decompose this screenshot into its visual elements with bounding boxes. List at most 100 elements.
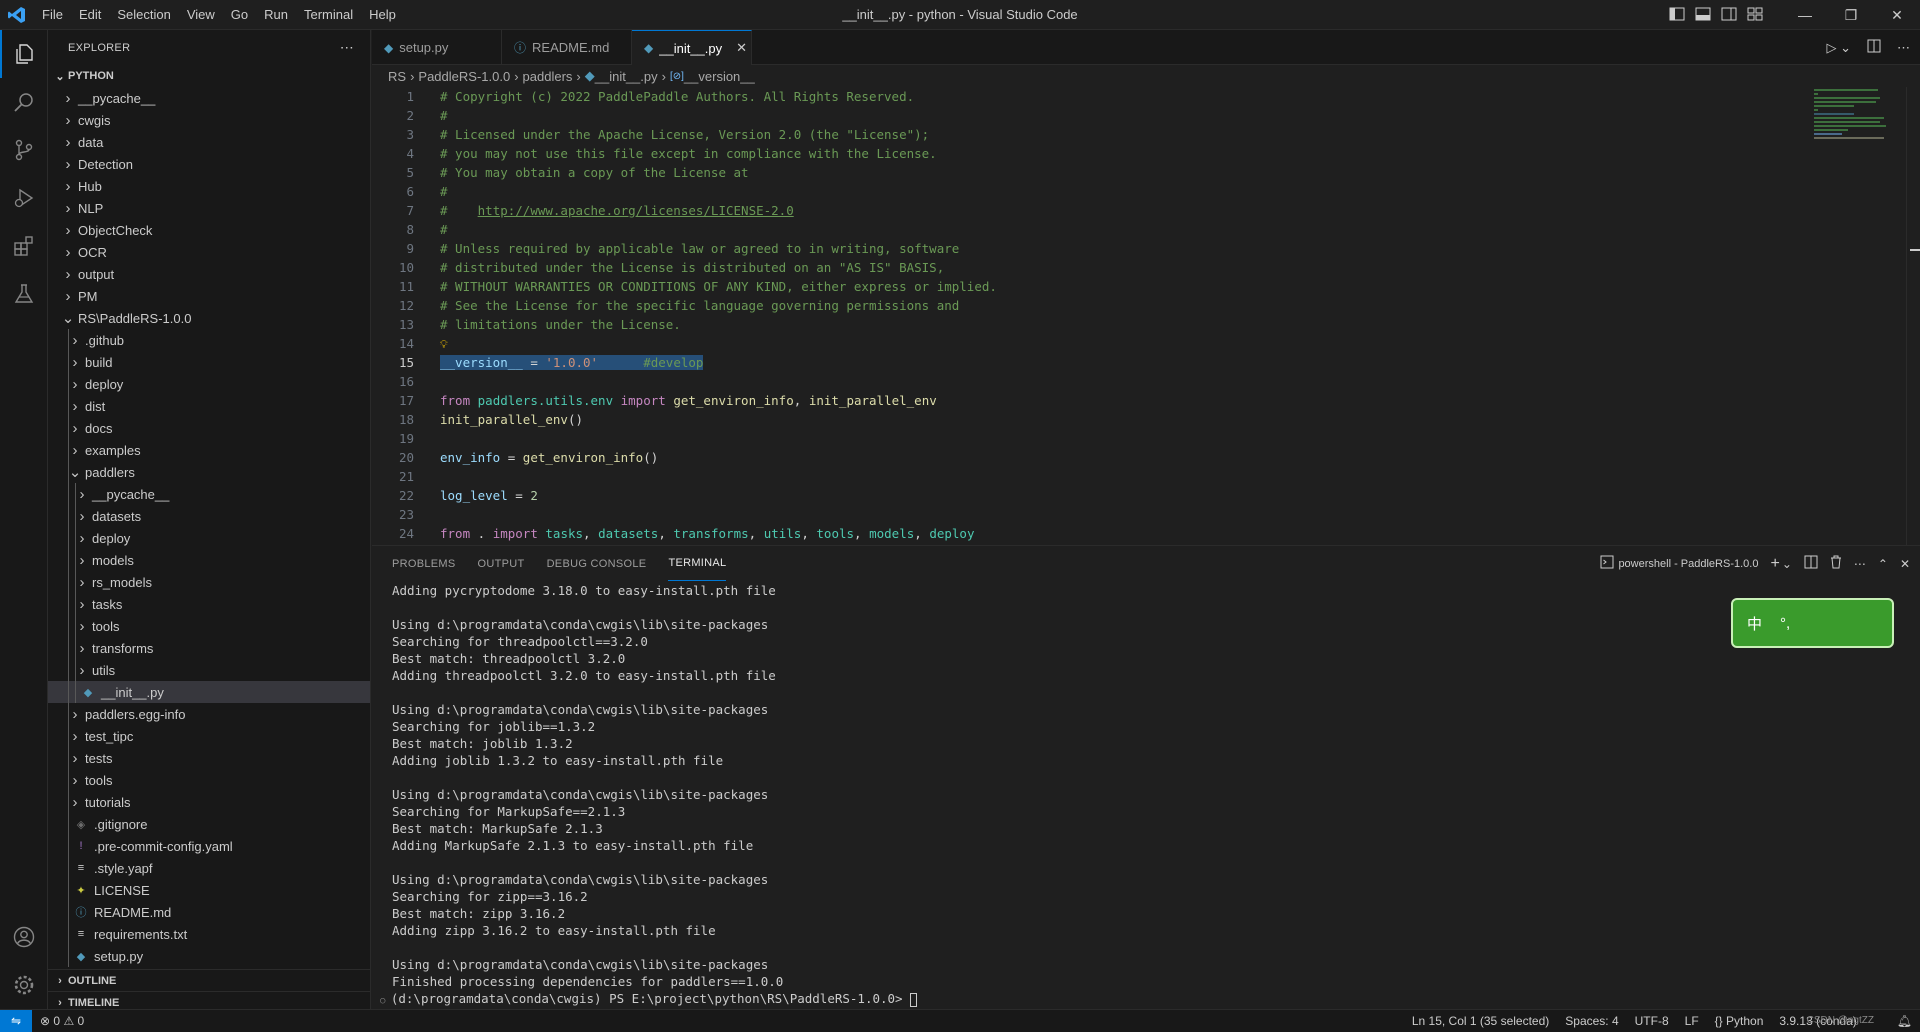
tree-folder[interactable]: ⌄ paddlers <box>48 461 370 483</box>
tree-file[interactable]: ≡ .style.yapf <box>48 857 370 879</box>
tree-folder[interactable]: › tools <box>48 769 370 791</box>
editor-scrollbar[interactable] <box>1906 87 1920 545</box>
tree-folder[interactable]: › NLP <box>48 197 370 219</box>
manage-gear-icon[interactable] <box>0 961 48 1009</box>
panel-tab-debug-console[interactable]: DEBUG CONSOLE <box>547 546 647 581</box>
tree-folder[interactable]: › docs <box>48 417 370 439</box>
lightbulb-icon[interactable]: 💡︎ <box>440 338 448 351</box>
more-actions-icon[interactable]: ⋯ <box>340 39 354 56</box>
tree-folder[interactable]: › dist <box>48 395 370 417</box>
menu-go[interactable]: Go <box>223 0 256 30</box>
menu-view[interactable]: View <box>179 0 223 30</box>
breadcrumb-item[interactable]: paddlers <box>523 69 573 84</box>
panel-tab-problems[interactable]: PROBLEMS <box>392 546 456 581</box>
accounts-icon[interactable] <box>0 913 48 961</box>
minimap[interactable] <box>1814 87 1894 147</box>
tree-folder[interactable]: › tools <box>48 615 370 637</box>
code-line[interactable]: 21 <box>372 467 1772 486</box>
split-terminal-icon[interactable] <box>1804 555 1818 572</box>
notifications-bell-icon[interactable]: 🔔︎ <box>1889 1014 1920 1028</box>
source-control-icon[interactable] <box>0 126 48 174</box>
tree-folder[interactable]: › output <box>48 263 370 285</box>
indentation[interactable]: Spaces: 4 <box>1557 1014 1626 1028</box>
tree-folder[interactable]: › paddlers.egg-info <box>48 703 370 725</box>
code-line[interactable]: 4 # you may not use this file except in c… <box>372 144 1772 163</box>
code-line[interactable]: 10 # distributed under the License is dis… <box>372 258 1772 277</box>
terminal-name[interactable]: powershell - PaddleRS-1.0.0 <box>1618 558 1758 570</box>
problems-indicator[interactable]: ⊗ 0 ⚠ 0 <box>32 1014 92 1028</box>
tree-folder[interactable]: › tasks <box>48 593 370 615</box>
run-python-file-icon[interactable]: ▷ ⌄ <box>1826 40 1851 56</box>
code-line[interactable]: 17 from paddlers.utils.env import get_env… <box>372 391 1772 410</box>
code-line[interactable]: 7 # http://www.apache.org/licenses/LICENS… <box>372 201 1772 220</box>
tree-file[interactable]: ≡ requirements.txt <box>48 923 370 945</box>
new-terminal-icon[interactable]: + <box>1770 555 1779 573</box>
tree-folder[interactable]: › tutorials <box>48 791 370 813</box>
close-panel-icon[interactable]: ✕ <box>1900 557 1910 571</box>
tree-folder[interactable]: › rs_models <box>48 571 370 593</box>
code-line[interactable]: 20 env_info = get_environ_info() <box>372 448 1772 467</box>
close-window-icon[interactable]: ✕ <box>1874 0 1920 30</box>
tree-file[interactable]: ◆ __init__.py <box>48 681 370 703</box>
editor-tab[interactable]: ◆ setup.py <box>372 30 502 65</box>
language-mode[interactable]: {} Python <box>1707 1014 1772 1028</box>
remote-indicator-icon[interactable]: ⇋ <box>0 1010 32 1032</box>
workspace-root[interactable]: ⌄ PYTHON <box>48 65 370 87</box>
toggle-panel-icon[interactable] <box>1690 7 1716 24</box>
terminal-prompt-line[interactable]: ○ (d:\programdata\conda\cwgis) PS E:\pro… <box>380 990 1900 1007</box>
code-line[interactable]: 1 # Copyright (c) 2022 PaddlePaddle Autho… <box>372 87 1772 106</box>
tree-folder[interactable]: › __pycache__ <box>48 483 370 505</box>
code-line[interactable]: 12 # See the License for the specific lan… <box>372 296 1772 315</box>
kill-terminal-trash-icon[interactable] <box>1830 555 1842 572</box>
code-line[interactable]: 19 <box>372 429 1772 448</box>
tree-file[interactable]: ◈ .gitignore <box>48 813 370 835</box>
menu-terminal[interactable]: Terminal <box>296 0 361 30</box>
encoding[interactable]: UTF-8 <box>1627 1014 1677 1028</box>
more-panel-actions-icon[interactable]: ⋯ <box>1854 557 1866 571</box>
code-line[interactable]: 9 # Unless required by applicable law or … <box>372 239 1772 258</box>
toggle-secondary-sidebar-icon[interactable] <box>1716 7 1742 24</box>
cursor-position[interactable]: Ln 15, Col 1 (35 selected) <box>1404 1014 1557 1028</box>
tree-folder[interactable]: › examples <box>48 439 370 461</box>
tree-folder[interactable]: › deploy <box>48 527 370 549</box>
editor-tab[interactable]: ◆ __init__.py ✕ <box>632 30 752 65</box>
tree-folder[interactable]: › datasets <box>48 505 370 527</box>
tree-folder[interactable]: › OCR <box>48 241 370 263</box>
close-tab-icon[interactable]: ✕ <box>736 40 747 56</box>
code-line[interactable]: 23 <box>372 505 1772 524</box>
menu-file[interactable]: File <box>34 0 71 30</box>
tree-folder[interactable]: › test_tipc <box>48 725 370 747</box>
restore-icon[interactable]: ❐ <box>1828 0 1874 30</box>
ime-punctuation[interactable]: °, <box>1780 615 1790 632</box>
code-line[interactable]: 2 # <box>372 106 1772 125</box>
code-line[interactable]: 22 log_level = 2 <box>372 486 1772 505</box>
code-line[interactable]: 3 # Licensed under the Apache License, Ve… <box>372 125 1772 144</box>
code-line[interactable]: 8 # <box>372 220 1772 239</box>
code-editor[interactable]: 1 # Copyright (c) 2022 PaddlePaddle Autho… <box>372 87 1772 543</box>
tree-folder[interactable]: › .github <box>48 329 370 351</box>
customize-layout-icon[interactable] <box>1742 7 1768 24</box>
editor-tab[interactable]: ⓘ README.md <box>502 30 632 65</box>
code-line[interactable]: 5 # You may obtain a copy of the License … <box>372 163 1772 182</box>
tree-file[interactable]: ! .pre-commit-config.yaml <box>48 835 370 857</box>
tree-file[interactable]: ⓘ README.md <box>48 901 370 923</box>
tree-folder[interactable]: › utils <box>48 659 370 681</box>
panel-tab-terminal[interactable]: TERMINAL <box>668 546 727 581</box>
tree-folder[interactable]: › PM <box>48 285 370 307</box>
minimize-icon[interactable]: — <box>1782 0 1828 30</box>
maximize-panel-icon[interactable]: ⌃ <box>1878 557 1888 571</box>
explorer-icon[interactable] <box>0 30 48 78</box>
toggle-sidebar-icon[interactable] <box>1664 7 1690 24</box>
code-line[interactable]: 11 # WITHOUT WARRANTIES OR CONDITIONS OF … <box>372 277 1772 296</box>
search-icon[interactable] <box>0 78 48 126</box>
menu-run[interactable]: Run <box>256 0 296 30</box>
tree-folder[interactable]: › Hub <box>48 175 370 197</box>
panel-tab-output[interactable]: OUTPUT <box>478 546 525 581</box>
menu-selection[interactable]: Selection <box>109 0 178 30</box>
code-line[interactable]: 14 💡︎ <box>372 334 1772 353</box>
tree-folder[interactable]: › ObjectCheck <box>48 219 370 241</box>
ime-toolbar[interactable]: 中 °, <box>1731 598 1894 648</box>
tree-folder[interactable]: › data <box>48 131 370 153</box>
split-editor-icon[interactable] <box>1867 39 1881 56</box>
tree-folder[interactable]: › cwgis <box>48 109 370 131</box>
